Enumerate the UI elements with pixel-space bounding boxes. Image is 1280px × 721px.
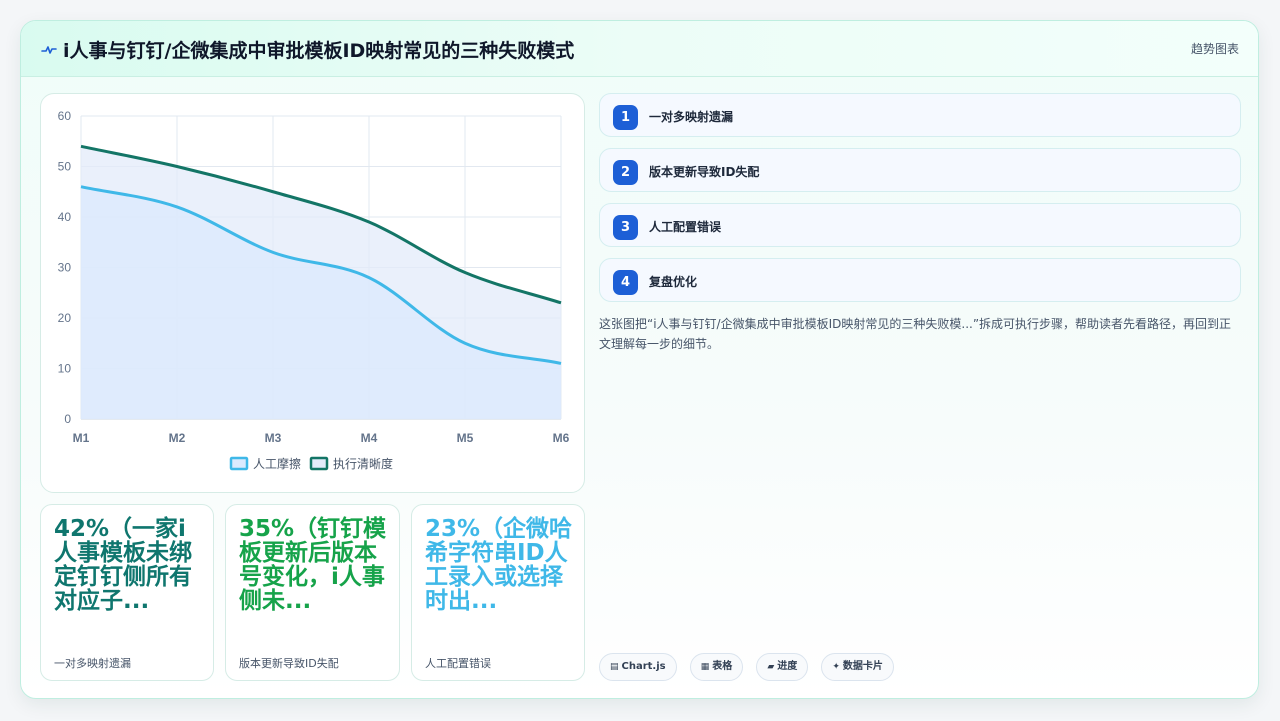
- table-icon: ▦: [700, 662, 710, 672]
- chart-description: 这张图把“i人事与钉钉/企微集成中审批模板ID映射常见的三种失败模...”拆成可…: [599, 317, 1232, 351]
- tag-chartjs[interactable]: ▤ Chart.js: [599, 653, 677, 681]
- page-title: i人事与钉钉/企微集成中审批模板ID映射常见的三种失败模式: [63, 40, 575, 62]
- tag-label: Chart.js: [621, 661, 666, 672]
- tag-list: ▤ Chart.js ▦ 表格 ▰ 进度 ✦ 数据卡片: [599, 653, 902, 681]
- y-tick-label: 20: [58, 311, 72, 325]
- card-icon: ✦: [832, 662, 840, 672]
- stat-value: 35%（钉钉模板更新后版本号变化，i人事侧未...: [239, 516, 387, 614]
- x-tick-label: M4: [361, 431, 378, 445]
- step-label: 版本更新导致ID失配: [649, 165, 760, 179]
- y-tick-label: 10: [58, 362, 72, 376]
- tag-label: 数据卡片: [842, 661, 883, 672]
- step-label: 人工配置错误: [649, 220, 722, 234]
- x-tick-label: M3: [265, 431, 282, 445]
- y-tick-label: 60: [58, 109, 72, 123]
- step-item-1[interactable]: 1 一对多映射遗漏: [599, 93, 1241, 137]
- tag-label: 表格: [712, 661, 733, 672]
- progress-icon: ▰: [767, 662, 775, 672]
- step-item-3[interactable]: 3 人工配置错误: [599, 203, 1241, 247]
- tag-progress[interactable]: ▰ 进度: [756, 653, 809, 681]
- area-chart: 0 10 20 30 40 50 60 M1 M2 M3 M4 M5 M6 人工摩擦 执行清晰度: [58, 109, 570, 471]
- y-tick-label: 30: [58, 261, 72, 275]
- x-tick-label: M2: [169, 431, 186, 445]
- stat-label: 人工配置错误: [425, 657, 491, 670]
- x-tick-label: M5: [457, 431, 474, 445]
- step-number: 2: [613, 160, 638, 185]
- legend-label-1: 人工摩擦: [253, 456, 301, 471]
- tag-label: 进度: [777, 661, 798, 672]
- y-tick-label: 50: [58, 160, 72, 174]
- step-label: 复盘优化: [649, 275, 698, 289]
- stat-card-3: 23%（企微哈希字符串ID人工录入或选择时出... 人工配置错误: [411, 504, 585, 681]
- x-tick-label: M6: [553, 431, 570, 445]
- main-card: i人事与钉钉/企微集成中审批模板ID映射常见的三种失败模式 趋势图表 0 10 20…: [20, 20, 1259, 699]
- step-item-4[interactable]: 4 复盘优化: [599, 258, 1241, 302]
- stat-card-1: 42%（一家i人事模板未绑定钉钉侧所有对应子... 一对多映射遗漏: [40, 504, 214, 681]
- trend-chart-link[interactable]: 趋势图表: [1191, 40, 1239, 57]
- stat-label: 一对多映射遗漏: [54, 657, 131, 670]
- stat-value: 42%（一家i人事模板未绑定钉钉侧所有对应子...: [54, 516, 192, 614]
- stat-card-2: 35%（钉钉模板更新后版本号变化，i人事侧未... 版本更新导致ID失配: [225, 504, 400, 681]
- step-number: 1: [613, 105, 638, 130]
- step-list: 1 一对多映射遗漏 2 版本更新导致ID失配 3 人工配置错误 4 复盘优化: [599, 93, 1241, 313]
- chart-panel: 0 10 20 30 40 50 60 M1 M2 M3 M4 M5 M6 人工摩擦 执行清晰度: [40, 93, 585, 493]
- step-item-2[interactable]: 2 版本更新导致ID失配: [599, 148, 1241, 192]
- wave-icon: [41, 46, 57, 54]
- step-label: 一对多映射遗漏: [649, 110, 734, 124]
- x-tick-label: M1: [73, 431, 90, 445]
- y-tick-label: 0: [64, 412, 71, 426]
- chart-icon: ▤: [610, 662, 619, 672]
- step-number: 3: [613, 215, 638, 240]
- stat-value: 23%（企微哈希字符串ID人工录入或选择时出...: [425, 516, 573, 614]
- tag-data-card[interactable]: ✦ 数据卡片: [821, 653, 894, 681]
- stat-label: 版本更新导致ID失配: [239, 657, 339, 670]
- tag-table[interactable]: ▦ 表格: [689, 653, 744, 681]
- y-tick-label: 40: [58, 210, 72, 224]
- step-number: 4: [613, 270, 638, 295]
- legend-swatch-2: [309, 456, 329, 471]
- legend-swatch-1: [229, 456, 249, 471]
- legend-label-2: 执行清晰度: [333, 456, 393, 471]
- header: i人事与钉钉/企微集成中审批模板ID映射常见的三种失败模式 趋势图表: [21, 21, 1258, 77]
